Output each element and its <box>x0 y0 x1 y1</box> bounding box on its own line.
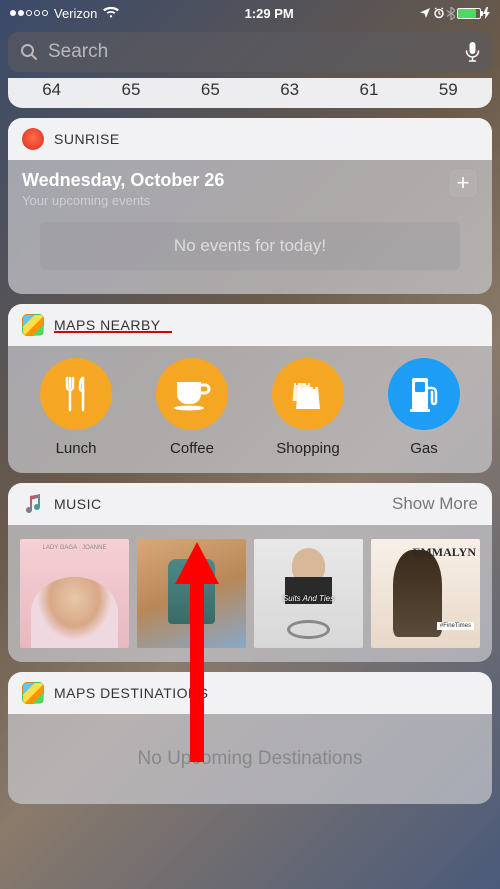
weather-temp: 61 <box>360 80 379 100</box>
map-item-label: Lunch <box>56 440 97 457</box>
widget-music: MUSIC Show More LADY GAGA · JOANNE Suits… <box>8 483 492 662</box>
weather-temp: 65 <box>122 80 141 100</box>
cup-icon <box>171 376 213 412</box>
widget-header-maps-nearby[interactable]: MAPS NEARBY <box>8 304 492 346</box>
maps-nearby-item-coffee[interactable]: Coffee <box>156 358 228 457</box>
maps-nearby-item-gas[interactable]: Gas <box>388 358 460 457</box>
status-bar: Verizon 1:29 PM <box>0 0 500 26</box>
battery-icon <box>457 8 481 19</box>
alarm-icon <box>433 7 445 19</box>
status-time: 1:29 PM <box>245 6 294 21</box>
show-more-button[interactable]: Show More <box>392 494 478 514</box>
map-item-label: Gas <box>410 440 438 457</box>
location-icon <box>419 7 431 19</box>
music-note-icon <box>22 493 44 515</box>
music-album[interactable]: Suits And Ties <box>254 539 363 648</box>
album-caption: EMMALYN <box>412 545 476 560</box>
album-caption: LADY GAGA · JOANNE <box>20 545 129 551</box>
no-destinations-message: No Upcoming Destinations <box>8 714 492 804</box>
widget-title: MUSIC <box>54 496 102 512</box>
weather-temp: 64 <box>42 80 61 100</box>
no-events-message: No events for today! <box>40 222 460 270</box>
sunrise-date: Wednesday, October 26 <box>22 170 478 191</box>
sunrise-subtitle: Your upcoming events <box>22 193 478 208</box>
sunrise-icon <box>22 128 44 150</box>
weather-temps-row: 64 65 65 63 61 59 <box>8 78 492 108</box>
weather-temp: 63 <box>280 80 299 100</box>
fork-knife-icon <box>59 374 93 414</box>
widget-title: SUNRISE <box>54 131 120 147</box>
widget-maps-destinations: MAPS DESTINATIONS No Upcoming Destinatio… <box>8 672 492 804</box>
widget-maps-nearby: MAPS NEARBY Lunch Coffee Sho <box>8 304 492 473</box>
shopping-bag-icon <box>288 375 328 413</box>
music-album[interactable]: EMMALYN #FineTimes <box>371 539 480 648</box>
weather-temp: 59 <box>439 80 458 100</box>
widget-title: MAPS NEARBY <box>54 317 161 333</box>
bluetooth-icon <box>447 7 455 20</box>
search-bar[interactable]: Search <box>8 32 492 72</box>
widget-header-maps-destinations[interactable]: MAPS DESTINATIONS <box>8 672 492 714</box>
maps-icon <box>22 682 44 704</box>
widget-sunrise: SUNRISE Wednesday, October 26 Your upcom… <box>8 118 492 294</box>
maps-nearby-item-lunch[interactable]: Lunch <box>40 358 112 457</box>
widget-header-sunrise[interactable]: SUNRISE <box>8 118 492 160</box>
map-item-label: Coffee <box>170 440 214 457</box>
signal-dots-icon <box>10 10 48 16</box>
search-icon <box>20 43 38 61</box>
gas-pump-icon <box>406 374 442 414</box>
map-item-label: Shopping <box>276 440 339 457</box>
wifi-icon <box>103 7 119 19</box>
carrier-label: Verizon <box>54 6 97 21</box>
widget-header-music[interactable]: MUSIC Show More <box>8 483 492 525</box>
charging-icon <box>483 7 490 19</box>
music-album[interactable]: LADY GAGA · JOANNE <box>20 539 129 648</box>
microphone-icon[interactable] <box>465 41 480 63</box>
weather-temp: 65 <box>201 80 220 100</box>
search-placeholder: Search <box>48 41 455 63</box>
maps-nearby-item-shopping[interactable]: Shopping <box>272 358 344 457</box>
widget-title: MAPS DESTINATIONS <box>54 685 208 701</box>
music-album[interactable] <box>137 539 246 648</box>
add-event-button[interactable]: + <box>448 168 478 198</box>
maps-icon <box>22 314 44 336</box>
album-caption: Suits And Ties <box>254 594 363 603</box>
